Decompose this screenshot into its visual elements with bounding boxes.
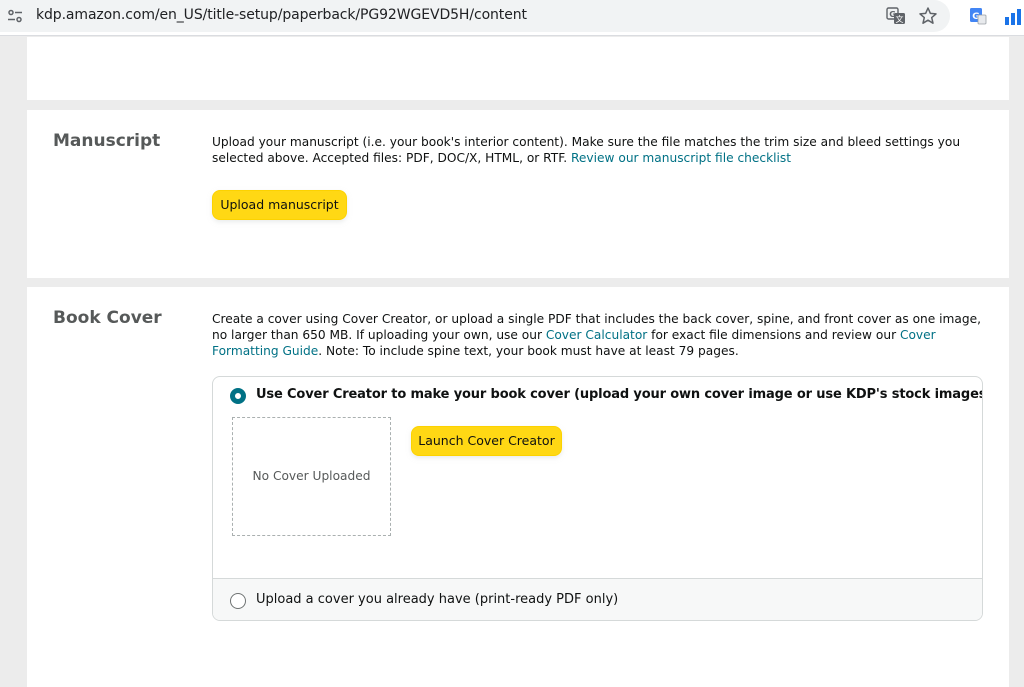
- cover-options-box: Use Cover Creator to make your book cove…: [212, 376, 983, 621]
- upload-cover-radio[interactable]: [230, 593, 246, 609]
- book-cover-section: Book Cover Create a cover using Cover Cr…: [27, 287, 1009, 687]
- book-cover-description-part2: for exact file dimensions and review our: [651, 328, 897, 342]
- manuscript-description: Upload your manuscript (i.e. your book's…: [212, 134, 987, 166]
- cover-creator-radio[interactable]: [230, 388, 246, 404]
- translate-icon[interactable]: G 文: [886, 6, 906, 26]
- manuscript-section: Manuscript Upload your manuscript (i.e. …: [27, 110, 1009, 278]
- cover-creator-option[interactable]: Use Cover Creator to make your book cove…: [213, 377, 982, 579]
- google-translate-extension-icon[interactable]: G: [968, 6, 988, 26]
- book-cover-heading: Book Cover: [53, 308, 162, 328]
- upload-cover-option-label[interactable]: Upload a cover you already have (print-r…: [256, 592, 618, 607]
- upload-manuscript-button[interactable]: Upload manuscript: [212, 190, 347, 220]
- cover-preview-placeholder: No Cover Uploaded: [232, 417, 391, 536]
- manuscript-checklist-link[interactable]: Review our manuscript file checklist: [571, 151, 791, 165]
- upload-cover-option[interactable]: Upload a cover you already have (print-r…: [213, 579, 982, 620]
- apps-icon[interactable]: [1004, 7, 1024, 27]
- cover-calculator-link[interactable]: Cover Calculator: [546, 328, 647, 342]
- manuscript-heading: Manuscript: [53, 131, 161, 151]
- bookmark-star-icon[interactable]: [918, 6, 938, 26]
- previous-section-panel: [27, 37, 1009, 100]
- launch-cover-creator-button[interactable]: Launch Cover Creator: [411, 426, 562, 456]
- book-cover-description-part3: . Note: To include spine text, your book…: [318, 344, 739, 358]
- book-cover-description: Create a cover using Cover Creator, or u…: [212, 311, 987, 359]
- cover-creator-option-label[interactable]: Use Cover Creator to make your book cove…: [256, 387, 982, 402]
- browser-toolbar: kdp.amazon.com/en_US/title-setup/paperba…: [0, 0, 1024, 36]
- site-info-icon[interactable]: [7, 8, 23, 24]
- url-text[interactable]: kdp.amazon.com/en_US/title-setup/paperba…: [36, 7, 527, 23]
- svg-text:文: 文: [896, 14, 904, 24]
- address-bar[interactable]: kdp.amazon.com/en_US/title-setup/paperba…: [0, 0, 950, 32]
